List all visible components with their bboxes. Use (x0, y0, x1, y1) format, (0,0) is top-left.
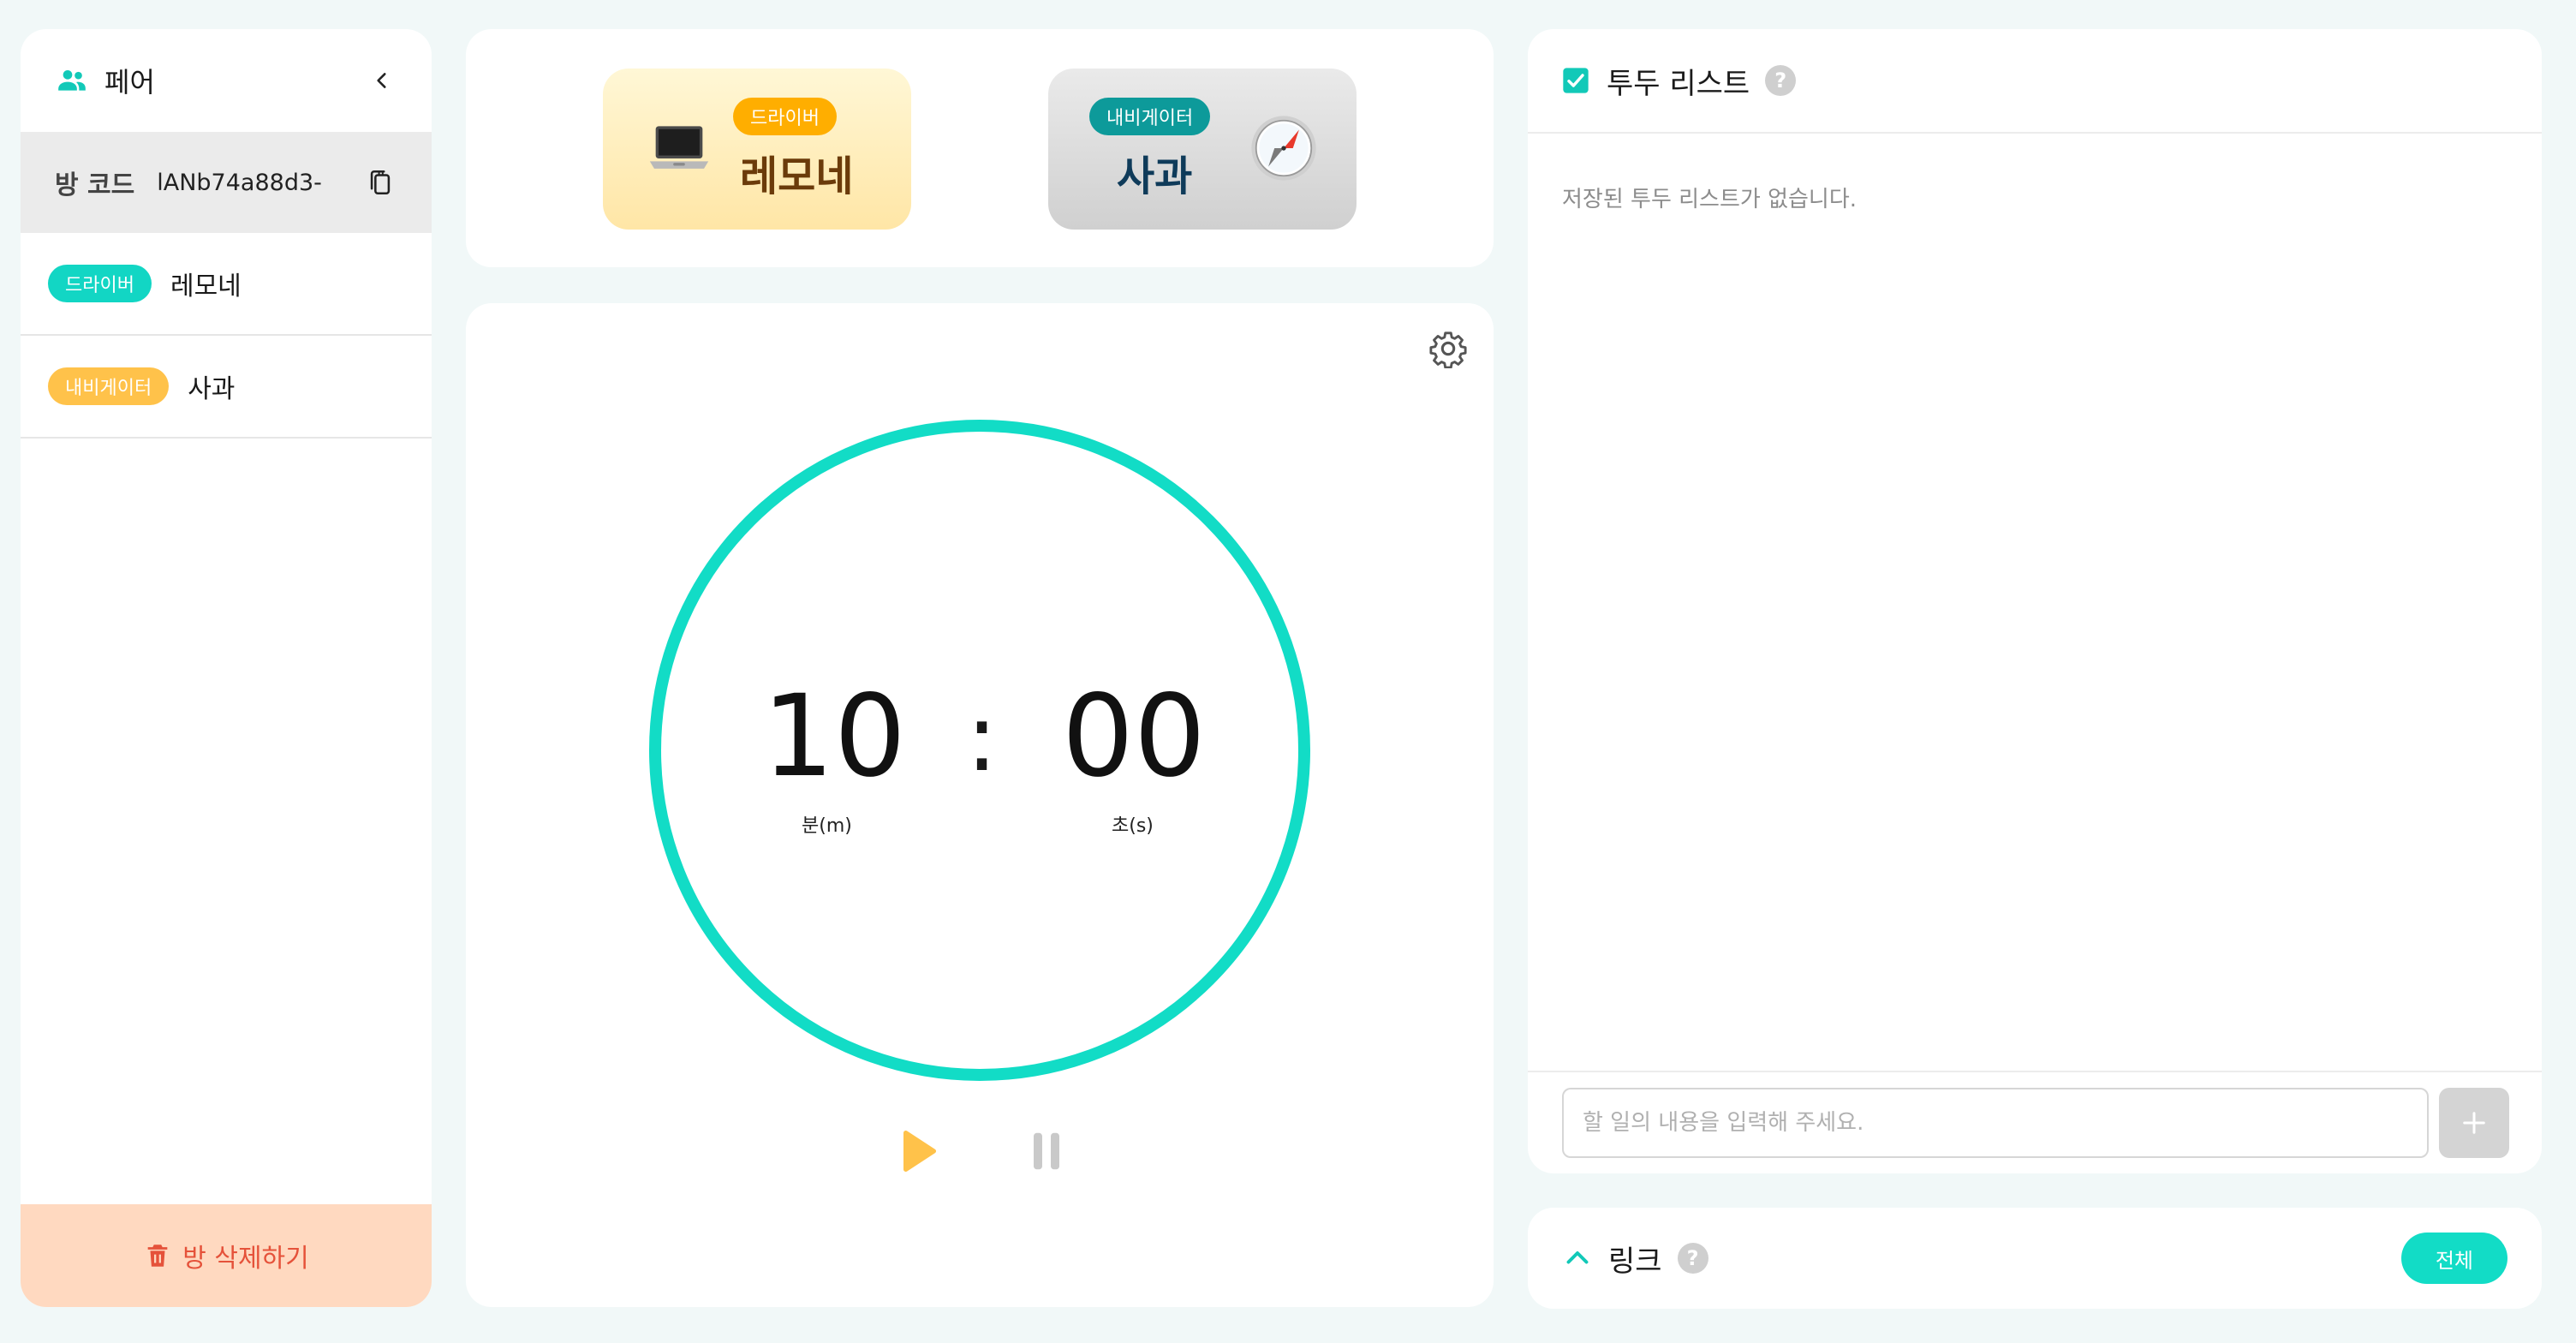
play-button[interactable] (891, 1125, 942, 1177)
laptop-icon (649, 126, 709, 169)
driver-name: 레모네 (740, 152, 854, 200)
room-code-row: 방 코드 lANb74a88d3- (21, 132, 432, 233)
room-code-value: lANb74a88d3- (157, 169, 322, 196)
roles-panel: 드라이버 레모네 내비게이터 사과 (466, 29, 1494, 267)
navigator-name: 사과 (1117, 152, 1193, 200)
help-icon[interactable]: ? (1765, 65, 1797, 96)
role-badge-navigator: 내비게이터 (48, 367, 170, 405)
seconds-unit: 초(s) (1112, 815, 1154, 837)
users-icon (58, 70, 86, 91)
links-title: 링크 (1608, 1244, 1662, 1279)
checkbox-icon (1563, 68, 1589, 93)
chevron-up-icon[interactable] (1562, 1243, 1593, 1274)
sidebar-header: 페어 (21, 29, 432, 132)
collapse-sidebar-button[interactable] (365, 63, 399, 98)
sidebar-title: 페어 (104, 66, 155, 98)
room-code-label: 방 코드 (55, 170, 135, 200)
delete-room-label: 방 삭제하기 (182, 1244, 309, 1274)
app-root: 페어 방 코드 lANb74a88d3- 드라이버 레모네 내비게이터 사과 방… (0, 0, 2576, 1343)
sidebar: 페어 방 코드 lANb74a88d3- 드라이버 레모네 내비게이터 사과 방… (21, 29, 432, 1307)
todo-input-row (1528, 1071, 2542, 1173)
trash-icon (147, 1245, 168, 1267)
member-name: 사과 (188, 374, 236, 404)
plus-icon (2463, 1112, 2485, 1134)
gear-icon[interactable] (1428, 329, 1468, 368)
todo-panel: 투두 리스트 ? 저장된 투두 리스트가 없습니다. (1528, 29, 2542, 1173)
member-navigator: 내비게이터 사과 (21, 336, 432, 439)
navigator-badge: 내비게이터 (1089, 98, 1211, 135)
copy-icon (370, 170, 391, 195)
timer-panel: 10 : 00 분(m) 초(s) (466, 303, 1494, 1307)
navigator-card: 내비게이터 사과 (1048, 69, 1357, 230)
pause-button[interactable] (1021, 1125, 1072, 1177)
chevron-left-icon (377, 73, 386, 88)
view-all-links-button[interactable]: 전체 (2400, 1233, 2507, 1284)
todo-input[interactable] (1562, 1088, 2429, 1158)
member-driver: 드라이버 레모네 (21, 233, 432, 336)
driver-card: 드라이버 레모네 (603, 69, 911, 230)
todo-add-button[interactable] (2439, 1088, 2509, 1158)
timer-minutes[interactable]: 10 (762, 680, 906, 793)
todo-empty-message: 저장된 투두 리스트가 없습니다. (1562, 187, 1857, 212)
member-name: 레모네 (170, 272, 242, 301)
driver-badge: 드라이버 (733, 98, 837, 135)
todo-header: 투두 리스트 ? (1528, 29, 2542, 134)
delete-room-button[interactable]: 방 삭제하기 (21, 1204, 432, 1307)
role-badge-driver: 드라이버 (48, 265, 152, 302)
timer-seconds[interactable]: 00 (1062, 680, 1206, 793)
minutes-unit: 분(m) (802, 815, 852, 837)
todo-title: 투두 리스트 (1607, 66, 1750, 101)
timer-separator: : (966, 683, 999, 792)
help-icon[interactable]: ? (1677, 1243, 1708, 1274)
compass-icon (1251, 116, 1316, 181)
copy-room-code-button[interactable] (361, 164, 399, 201)
links-panel: 링크 ? 전체 (1528, 1208, 2542, 1309)
